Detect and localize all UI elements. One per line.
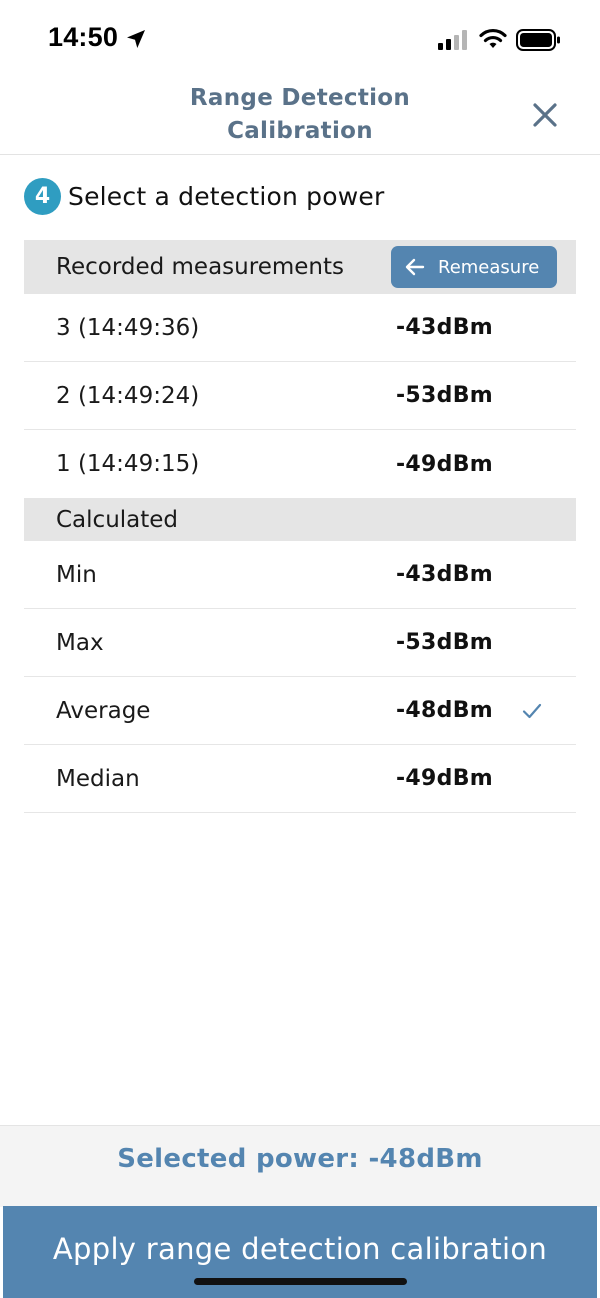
selected-power-bar: Selected power: -48dBm <box>0 1125 600 1207</box>
row-value: -43dBm <box>396 562 493 587</box>
recorded-heading: Recorded measurements <box>56 254 344 280</box>
step-number-badge: 4 <box>24 177 61 215</box>
screen: 14:50 Range Detection Calibration 4 Sele… <box>0 0 600 1298</box>
row-value: -49dBm <box>396 451 493 477</box>
row-label: Max <box>56 629 104 656</box>
status-time: 14:50 <box>48 22 119 52</box>
calculated-section-header: Calculated <box>24 498 576 541</box>
page-title: Range Detection Calibration <box>150 82 450 148</box>
battery-icon <box>516 29 560 51</box>
nav-header: Range Detection Calibration <box>0 78 600 155</box>
close-button[interactable] <box>526 96 564 134</box>
row-value: -53dBm <box>396 630 493 655</box>
row-value: -49dBm <box>396 766 493 791</box>
page-title-line2: Calibration <box>227 118 373 144</box>
cellular-signal-icon <box>438 30 467 50</box>
remeasure-label: Remeasure <box>438 256 540 278</box>
calculated-row-average[interactable]: Average -48dBm <box>24 677 576 745</box>
row-label: 2 (14:49:24) <box>56 382 200 409</box>
row-value: -53dBm <box>396 383 493 408</box>
calculated-row-min[interactable]: Min -43dBm <box>24 541 576 609</box>
apply-calibration-label: Apply range detection calibration <box>52 1232 548 1266</box>
recorded-row[interactable]: 2 (14:49:24) -53dBm <box>24 362 576 430</box>
row-value: -48dBm <box>396 698 493 723</box>
measurements-table: Recorded measurements Remeasure 3 (14:49… <box>24 240 576 813</box>
page-title-line1: Range Detection <box>189 85 411 111</box>
checkmark-icon <box>522 703 542 719</box>
status-bar: 14:50 <box>0 0 600 78</box>
row-label: Average <box>56 697 151 724</box>
calculated-row-max[interactable]: Max -53dBm <box>24 609 576 677</box>
step-title: Select a detection power <box>68 181 385 211</box>
calculated-heading: Calculated <box>56 506 179 533</box>
location-arrow-icon <box>127 30 145 48</box>
calculated-row-median[interactable]: Median -49dBm <box>24 745 576 813</box>
selected-power-text: Selected power: -48dBm <box>117 1143 483 1174</box>
row-value: -43dBm <box>396 315 493 340</box>
wifi-icon <box>479 28 507 48</box>
recorded-row[interactable]: 1 (14:49:15) -49dBm <box>24 430 576 498</box>
row-label: 3 (14:49:36) <box>56 314 200 341</box>
row-label: Median <box>56 765 140 792</box>
home-indicator <box>194 1278 407 1285</box>
recorded-row[interactable]: 3 (14:49:36) -43dBm <box>24 294 576 362</box>
row-label: 1 (14:49:15) <box>56 451 200 477</box>
arrow-left-icon <box>405 258 425 276</box>
recorded-section-header: Recorded measurements Remeasure <box>24 240 576 294</box>
row-label: Min <box>56 561 97 588</box>
step-heading: 4 Select a detection power <box>24 177 384 215</box>
remeasure-button[interactable]: Remeasure <box>391 246 557 288</box>
close-icon <box>533 103 557 127</box>
